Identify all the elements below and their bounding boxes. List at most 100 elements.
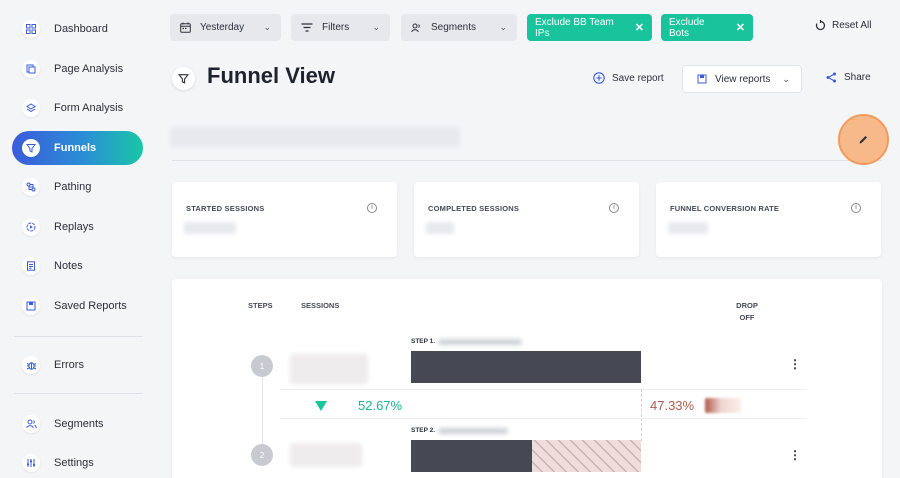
sidebar-item-funnels[interactable]: Funnels — [12, 131, 143, 165]
sidebar-item-form-analysis[interactable]: Form Analysis — [12, 91, 143, 125]
column-header-steps: STEPS — [248, 301, 273, 310]
sessions-redacted — [290, 443, 362, 467]
date-range-label: Yesterday — [200, 22, 245, 33]
chevron-down-icon: ⌄ — [499, 22, 507, 32]
calendar-icon — [180, 22, 191, 33]
sidebar-item-segments[interactable]: Segments — [12, 407, 143, 441]
filters-dropdown[interactable]: Filters ⌄ — [291, 14, 390, 41]
sidebar-divider — [14, 393, 142, 394]
row-divider — [280, 389, 806, 390]
bug-icon — [22, 356, 40, 374]
dropoff-divider — [641, 389, 642, 441]
settings-icon — [22, 454, 40, 472]
date-range-dropdown[interactable]: Yesterday ⌄ — [170, 14, 281, 41]
filters-label: Filters — [322, 22, 350, 33]
sidebar-item-label: Page Analysis — [54, 63, 124, 75]
sidebar-item-label: Pathing — [54, 181, 92, 193]
save-report-label: Save report — [612, 72, 664, 84]
started-sessions-card: STARTED SESSIONS i — [172, 182, 397, 257]
sidebar: Dashboard Page Analysis Form Analysis Fu… — [0, 0, 155, 478]
sidebar-item-label: Saved Reports — [54, 300, 127, 312]
sidebar-item-pathing[interactable]: Pathing — [12, 170, 143, 204]
sidebar-item-errors[interactable]: Errors — [12, 348, 143, 382]
sidebar-item-label: Funnels — [54, 142, 97, 154]
step-number: 2 — [251, 444, 273, 466]
saved-reports-icon — [22, 297, 40, 315]
segments-label: Segments — [431, 22, 477, 33]
filter-lines-icon — [301, 23, 313, 32]
step-menu-icon[interactable]: ⋮ — [789, 357, 801, 371]
reset-all-label: Reset All — [832, 20, 872, 31]
chevron-down-icon: ⌄ — [372, 22, 380, 32]
reset-all-button[interactable]: Reset All — [815, 20, 871, 31]
sidebar-item-label: Dashboard — [54, 23, 108, 35]
save-report-button[interactable]: Save report — [593, 72, 664, 84]
sidebar-item-label: Segments — [54, 418, 104, 430]
step-label: STEP 1. — [411, 338, 436, 345]
sidebar-item-replays[interactable]: Replays — [12, 210, 143, 244]
funnel-panel: STEPS SESSIONS DROP OFF 1 STEP 1. ⋮ 52.6… — [172, 279, 882, 478]
card-label: COMPLETED SESSIONS — [428, 204, 520, 213]
segments-dropdown[interactable]: Segments ⌄ — [401, 14, 517, 41]
sidebar-item-notes[interactable]: Notes — [12, 249, 143, 283]
sidebar-item-dashboard[interactable]: Dashboard — [12, 12, 143, 46]
close-icon[interactable]: ✕ — [736, 21, 745, 34]
exclude-team-ips-chip[interactable]: Exclude BB Team IPs ✕ — [527, 14, 652, 41]
funnel-conversion-rate-card: FUNNEL CONVERSION RATE i — [656, 182, 881, 257]
view-reports-dropdown[interactable]: View reports ⌄ — [682, 65, 802, 93]
plus-circle-icon — [593, 72, 605, 84]
info-icon[interactable]: i — [367, 203, 377, 213]
share-label: Share — [844, 72, 871, 83]
pathing-icon — [22, 178, 40, 196]
dashboard-icon — [22, 20, 40, 38]
form-analysis-icon — [22, 99, 40, 117]
sidebar-item-page-analysis[interactable]: Page Analysis — [12, 52, 143, 86]
sidebar-item-label: Errors — [54, 359, 84, 371]
funnel-name-redacted — [170, 127, 460, 147]
chip-label: Exclude Bots — [669, 16, 705, 39]
sidebar-item-settings[interactable]: Settings — [12, 446, 143, 478]
reset-icon — [815, 20, 826, 31]
chevron-down-icon: ⌄ — [782, 73, 790, 84]
column-header-drop: DROP — [736, 301, 758, 310]
step-name-redacted — [438, 339, 522, 345]
segments-icon — [22, 415, 40, 433]
sidebar-item-label: Form Analysis — [54, 102, 124, 114]
dropoff-bar-icon — [705, 398, 741, 413]
saved-reports-icon — [697, 74, 707, 84]
value-redacted — [668, 222, 708, 234]
step-name-redacted — [438, 428, 508, 434]
divider — [172, 160, 882, 161]
pencil-icon — [858, 134, 869, 145]
card-label: STARTED SESSIONS — [186, 204, 265, 213]
conversion-arrow-icon — [315, 401, 327, 411]
exclude-bots-chip[interactable]: Exclude Bots ✕ — [661, 14, 753, 41]
info-icon[interactable]: i — [609, 203, 619, 213]
replay-icon — [22, 218, 40, 236]
edit-funnel-button[interactable] — [838, 114, 889, 165]
view-reports-label: View reports — [715, 73, 771, 85]
share-button[interactable]: Share — [826, 72, 871, 83]
page-analysis-icon — [22, 60, 40, 78]
info-icon[interactable]: i — [851, 203, 861, 213]
chip-label: Exclude BB Team IPs — [535, 16, 614, 39]
step-menu-icon[interactable]: ⋮ — [789, 448, 801, 462]
sidebar-item-label: Notes — [54, 260, 83, 272]
funnel-icon — [22, 139, 40, 157]
row-divider — [280, 418, 806, 419]
close-icon[interactable]: ✕ — [635, 21, 644, 34]
step-number: 1 — [251, 355, 273, 377]
funnel-icon — [172, 67, 195, 90]
dropoff-percentage: 47.33% — [650, 398, 695, 413]
sidebar-item-saved-reports[interactable]: Saved Reports — [12, 289, 143, 323]
conversion-percentage: 52.67% — [358, 398, 403, 413]
completed-sessions-card: COMPLETED SESSIONS i — [414, 182, 639, 257]
sidebar-divider — [14, 336, 142, 337]
sidebar-item-label: Replays — [54, 221, 94, 233]
segments-icon — [411, 23, 422, 33]
chevron-down-icon: ⌄ — [263, 22, 271, 32]
step-1-bar — [411, 351, 641, 383]
column-header-off: OFF — [739, 313, 755, 322]
sidebar-item-label: Settings — [54, 457, 94, 469]
value-redacted — [184, 222, 236, 234]
